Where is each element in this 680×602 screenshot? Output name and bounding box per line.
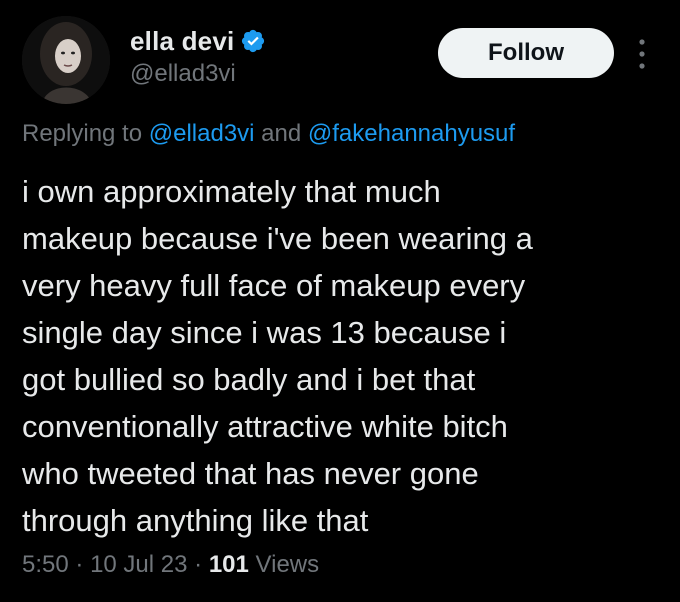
more-options-icon[interactable] bbox=[630, 34, 654, 74]
display-name[interactable]: ella devi bbox=[130, 26, 234, 57]
tweet-text-line: conventionally attractive white bitch bbox=[22, 409, 508, 444]
tweet-text: i own approximately that much makeup bec… bbox=[22, 168, 662, 544]
reply-mention-fakehannahyusuf[interactable]: @fakehannahyusuf bbox=[308, 120, 515, 147]
views-count: 101 bbox=[208, 551, 249, 578]
reply-joiner: and bbox=[261, 120, 302, 147]
avatar[interactable] bbox=[22, 16, 110, 104]
tweet-date[interactable]: 10 Jul 23 bbox=[90, 551, 187, 578]
reply-prefix: Replying to bbox=[22, 120, 143, 147]
tweet-text-line: through anything like that bbox=[22, 503, 369, 538]
display-name-row: ella devi bbox=[130, 26, 266, 56]
views-label: Views bbox=[255, 551, 320, 578]
user-handle[interactable]: @ellad3vi bbox=[130, 60, 266, 88]
tweet-meta: 5:50 · 10 Jul 23 · 101 Views bbox=[22, 551, 319, 579]
meta-separator: · bbox=[194, 551, 203, 578]
tweet-text-line: who tweeted that has never gone bbox=[22, 456, 479, 491]
tweet-text-line: single day since i was 13 because i bbox=[22, 315, 507, 350]
tweet-header: ella devi @ellad3vi Follow bbox=[22, 16, 662, 108]
reply-mention-ellad3vi[interactable]: @ellad3vi bbox=[149, 120, 255, 147]
tweet-text-line: makeup because i've been wearing a bbox=[22, 221, 533, 256]
meta-separator: · bbox=[75, 551, 84, 578]
tweet-text-line: got bullied so badly and i bet that bbox=[22, 362, 476, 397]
tweet-text-line: very heavy full face of makeup every bbox=[22, 268, 526, 303]
avatar-image bbox=[22, 16, 110, 104]
tweet-card: ella devi @ellad3vi Follow Replying to @… bbox=[0, 0, 680, 602]
tweet-text-line: i own approximately that much bbox=[22, 174, 441, 209]
user-name-block: ella devi @ellad3vi bbox=[130, 26, 266, 88]
reply-context: Replying to @ellad3vi and @fakehannahyus… bbox=[22, 120, 515, 148]
verified-badge-icon bbox=[242, 29, 265, 53]
tweet-time[interactable]: 5:50 bbox=[22, 551, 69, 578]
follow-button[interactable]: Follow bbox=[438, 28, 614, 78]
